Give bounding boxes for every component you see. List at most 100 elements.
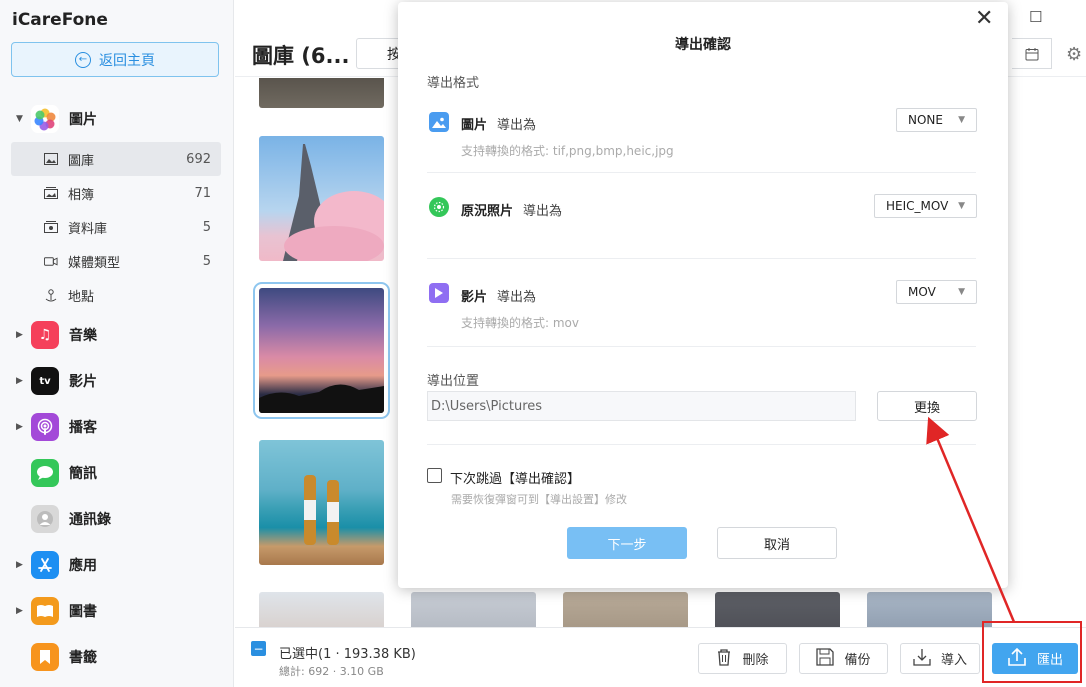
dropdown-arrow-icon: ▼	[958, 287, 965, 297]
sidebar-item-apps[interactable]: ▶ 應用	[0, 542, 234, 588]
sidebar-item-label: 圖片	[69, 112, 97, 128]
back-home-button[interactable]: ← 返回主頁	[11, 42, 219, 77]
backup-label: 備份	[844, 653, 871, 668]
annotation-highlight-box	[982, 621, 1082, 683]
photo-thumbnail[interactable]	[715, 592, 840, 627]
sidebar-subitem-albums[interactable]: 相簿 71	[0, 176, 234, 210]
sidebar-item-label: 書籤	[69, 650, 97, 666]
expand-caret-icon[interactable]: ▶	[16, 606, 23, 616]
next-step-button[interactable]: 下一步	[567, 527, 687, 559]
item-count: 5	[202, 219, 211, 235]
sidebar-item-podcasts[interactable]: ▶ 播客	[0, 404, 234, 450]
sidebar-subitem-label: 資料庫	[68, 221, 108, 237]
maximize-icon[interactable]: ☐	[1029, 8, 1042, 26]
tv-icon: tv	[31, 367, 59, 395]
sidebar-item-music[interactable]: ▶ ♫ 音樂	[0, 312, 234, 358]
image-format-hint: 支持轉換的格式: tif,png,bmp,heic,jpg	[461, 144, 674, 158]
music-icon: ♫	[31, 321, 59, 349]
photo-thumbnail[interactable]	[259, 592, 384, 627]
app-title: iCareFone	[12, 10, 108, 30]
close-icon[interactable]: ✕	[975, 6, 993, 31]
sidebar-item-videos[interactable]: ▶ tv 影片	[0, 358, 234, 404]
photo-thumbnail[interactable]	[259, 440, 384, 565]
photo-thumbnail[interactable]	[563, 592, 688, 627]
export-path-field[interactable]: D:\Users\Pictures	[427, 391, 856, 421]
image-icon	[44, 153, 58, 165]
location-section-label: 導出位置	[427, 374, 480, 389]
sidebar-item-books[interactable]: ▶ 圖書	[0, 588, 234, 634]
sidebar-item-label: 圖書	[69, 604, 97, 620]
next-step-label: 下一步	[607, 537, 647, 553]
sidebar-nav: ▼ 圖片 圖庫 692 相簿 71 資料庫 5 媒體類型 5 地點 ▶ ♫ 音樂…	[0, 96, 234, 680]
select-all-checkbox[interactable]: −	[251, 641, 266, 656]
expand-caret-icon[interactable]: ▶	[16, 422, 23, 432]
select-value: NONE	[908, 113, 943, 127]
import-button[interactable]: 導入	[900, 643, 980, 674]
video-format-hint: 支持轉換的格式: mov	[461, 316, 579, 330]
sidebar-subitem-label: 地點	[68, 289, 95, 305]
export-as-label: 導出為	[497, 290, 537, 305]
books-icon	[31, 597, 59, 625]
contacts-icon	[31, 505, 59, 533]
download-icon	[913, 648, 931, 670]
sidebar-subitem-label: 圖庫	[68, 153, 95, 169]
sidebar-subitem-media-types[interactable]: 媒體類型 5	[0, 244, 234, 278]
select-value: HEIC_MOV	[886, 199, 949, 213]
back-arrow-icon: ←	[75, 51, 91, 68]
image-format-select[interactable]: NONE ▼	[896, 108, 977, 132]
gear-icon[interactable]: ⚙	[1066, 44, 1082, 65]
calendar-button[interactable]	[1012, 38, 1052, 69]
sidebar-item-label: 簡訊	[69, 466, 97, 482]
video-format-row: 影片 導出為	[461, 286, 536, 305]
expand-caret-icon[interactable]: ▼	[16, 114, 23, 124]
export-path-value: D:\Users\Pictures	[431, 398, 543, 414]
sidebar-item-label: 播客	[69, 420, 97, 436]
video-format-select[interactable]: MOV ▼	[896, 280, 977, 304]
sidebar-item-photos[interactable]: ▼ 圖片	[0, 96, 234, 142]
bookmark-icon	[31, 643, 59, 671]
format-section-label: 導出格式	[427, 76, 480, 91]
backup-button[interactable]: 備份	[799, 643, 888, 674]
sidebar-item-contacts[interactable]: 通訊錄	[0, 496, 234, 542]
sidebar: iCareFone ← 返回主頁 ▼ 圖片 圖庫 692 相簿 71 資料庫 5…	[0, 0, 234, 687]
location-pin-icon	[44, 288, 58, 301]
photo-thumbnail-selected[interactable]	[253, 282, 390, 419]
expand-caret-icon[interactable]: ▶	[16, 330, 23, 340]
sidebar-item-messages[interactable]: 簡訊	[0, 450, 234, 496]
photo-thumbnail[interactable]	[259, 78, 384, 108]
calendar-icon	[1025, 47, 1038, 60]
expand-caret-icon[interactable]: ▶	[16, 376, 23, 386]
export-as-label: 導出為	[523, 204, 563, 219]
cancel-button[interactable]: 取消	[717, 527, 837, 559]
sidebar-subitem-places[interactable]: 地點	[0, 278, 234, 312]
divider	[427, 346, 976, 347]
dropdown-arrow-icon: ▼	[958, 115, 965, 125]
dialog-title: 導出確認	[675, 37, 731, 53]
photo-thumbnail[interactable]	[411, 592, 536, 627]
export-as-label: 導出為	[497, 118, 537, 133]
skip-confirm-label[interactable]: 下次跳過【導出確認】	[450, 468, 580, 487]
live-photo-format-row: 原況照片 導出為	[461, 200, 562, 219]
skip-confirm-checkbox[interactable]	[427, 468, 442, 483]
item-count: 71	[194, 185, 211, 201]
photo-thumbnail[interactable]	[867, 592, 992, 627]
photo-thumbnail[interactable]	[259, 136, 384, 261]
back-home-label: 返回主頁	[99, 52, 155, 69]
total-summary: 總計: 692 · 3.10 GB	[279, 665, 384, 678]
sidebar-subitem-database[interactable]: 資料庫 5	[0, 210, 234, 244]
live-photo-icon	[429, 197, 449, 217]
sidebar-item-bookmarks[interactable]: 書籤	[0, 634, 234, 680]
podcast-icon	[31, 413, 59, 441]
change-location-button[interactable]: 更換	[877, 391, 977, 421]
row-label: 影片	[461, 290, 488, 305]
delete-button[interactable]: 刪除	[698, 643, 787, 674]
sidebar-subitem-library[interactable]: 圖庫 692	[11, 142, 221, 176]
sidebar-subitem-label: 媒體類型	[68, 255, 121, 271]
live-photo-format-select[interactable]: HEIC_MOV ▼	[874, 194, 977, 218]
skip-confirm-hint: 需要恢復彈窗可到【導出設置】修改	[451, 493, 627, 506]
expand-caret-icon[interactable]: ▶	[16, 560, 23, 570]
save-icon	[816, 647, 835, 670]
sidebar-item-label: 音樂	[69, 328, 97, 344]
divider	[427, 444, 976, 445]
export-confirm-dialog: 導出確認 導出格式 圖片 導出為 NONE ▼ 支持轉換的格式: tif,png,b…	[398, 2, 1008, 588]
